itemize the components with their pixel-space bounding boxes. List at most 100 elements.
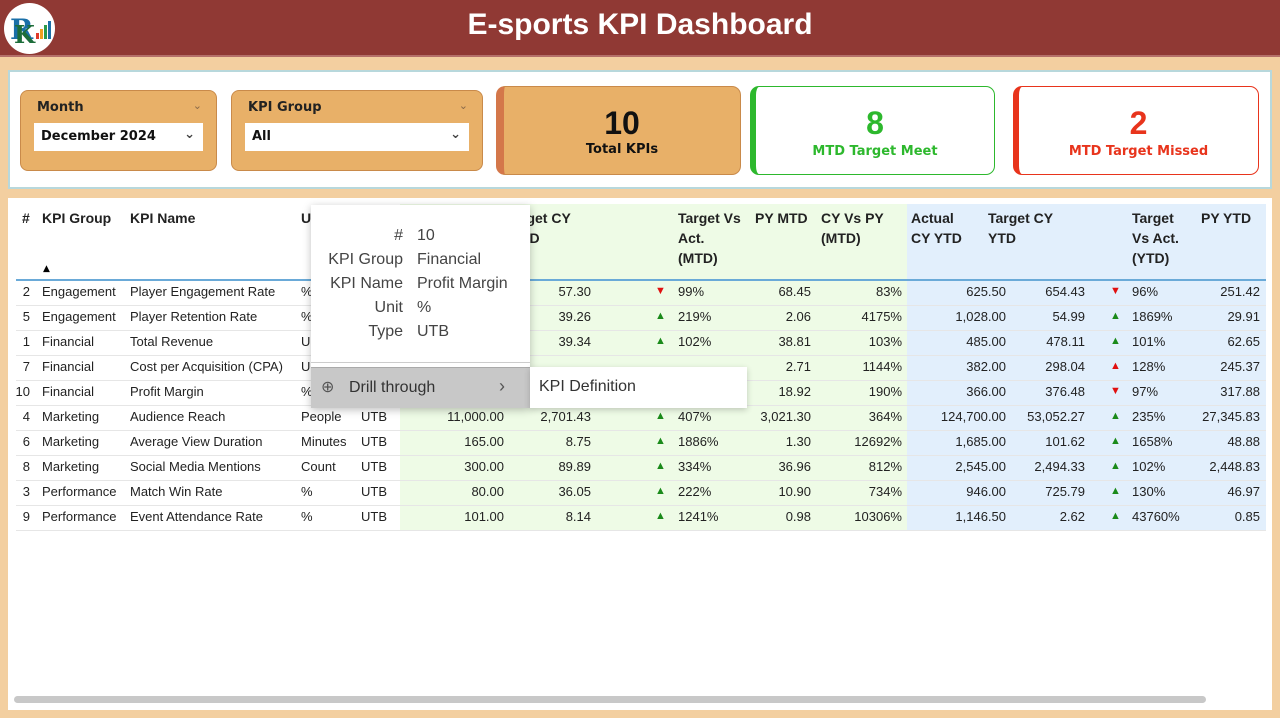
column-header[interactable]: Target Vs Act. (MTD) xyxy=(678,208,741,268)
target-meet-value: 8 xyxy=(866,105,884,141)
column-header[interactable]: CY Vs PY (MTD) xyxy=(821,208,884,248)
down-arrow-icon: ▼ xyxy=(1110,285,1121,297)
cell-py-mtd: 2.06 xyxy=(785,309,811,324)
cell-py-ytd: 2,448.83 xyxy=(1209,459,1260,474)
cell-group: Engagement xyxy=(42,284,116,299)
cell-name: Profit Margin xyxy=(130,384,204,399)
cell-tva-mtd: 407% xyxy=(678,409,712,424)
cell-tva-ytd: 130% xyxy=(1132,484,1166,499)
drill-through-label: Drill through xyxy=(349,379,436,396)
row-divider xyxy=(16,505,1266,506)
cell-cyvpy: 4175% xyxy=(861,309,902,324)
cell-target-mtd: 89.89 xyxy=(558,459,591,474)
cell-target-ytd: 101.62 xyxy=(1045,434,1085,449)
filter-panel: Month ⌄ December 2024 ⌄ KPI Group ⌄ All ⌄ … xyxy=(8,70,1272,189)
cell-actual-ytd: 485.00 xyxy=(966,334,1006,349)
up-arrow-icon: ▲ xyxy=(1110,485,1121,497)
cell-name: Match Win Rate xyxy=(130,484,223,499)
cell-type: UTB xyxy=(361,459,387,474)
cell-tva-mtd: 222% xyxy=(678,484,712,499)
row-divider xyxy=(16,305,1266,306)
column-header[interactable]: Target CY YTD xyxy=(988,208,1053,248)
kpi-group-label: KPI Group xyxy=(248,100,322,115)
cell-tva-ytd: 1869% xyxy=(1132,309,1173,324)
cell-tva-ytd: 102% xyxy=(1132,459,1166,474)
cell-target-ytd: 654.43 xyxy=(1045,284,1085,299)
column-header[interactable]: PY YTD xyxy=(1201,208,1251,228)
cell-name: Event Attendance Rate xyxy=(130,509,263,524)
cell-actual-ytd: 2,545.00 xyxy=(955,459,1006,474)
chevron-down-icon[interactable]: ⌄ xyxy=(459,99,468,112)
cell-py-ytd: 0.85 xyxy=(1234,509,1260,524)
cell-tva-mtd: 102% xyxy=(678,334,712,349)
cell-type: UTB xyxy=(361,409,387,424)
cell-py-mtd: 36.96 xyxy=(778,459,811,474)
sort-ascending-icon[interactable]: ▲ xyxy=(43,264,50,274)
cell-unit: Count xyxy=(301,459,336,474)
cell-name: Average View Duration xyxy=(130,434,263,449)
column-header[interactable]: KPI Group xyxy=(42,208,111,228)
cell-py-mtd: 1.30 xyxy=(785,434,811,449)
cell-n: 4 xyxy=(22,409,30,424)
cell-group: Financial xyxy=(42,334,95,349)
cell-n: 8 xyxy=(22,459,30,474)
month-label: Month xyxy=(37,100,84,115)
tooltip-value: Profit Margin xyxy=(417,275,508,292)
cell-py-mtd: 0.98 xyxy=(785,509,811,524)
up-arrow-icon: ▲ xyxy=(655,435,666,447)
cell-py-mtd: 2.71 xyxy=(785,359,811,374)
column-header[interactable]: U xyxy=(301,208,311,228)
up-arrow-icon: ▲ xyxy=(655,460,666,472)
up-arrow-icon: ▲ xyxy=(1110,335,1121,347)
cell-n: 9 xyxy=(22,509,30,524)
cell-actual-ytd: 625.50 xyxy=(966,284,1006,299)
column-header[interactable]: # xyxy=(22,208,30,228)
cell-n: 1 xyxy=(22,334,30,349)
cell-cyvpy: 812% xyxy=(868,459,902,474)
column-header[interactable]: PY MTD xyxy=(755,208,808,228)
row-divider xyxy=(16,330,1266,331)
month-dropdown[interactable]: December 2024 ⌄ xyxy=(34,123,203,151)
up-arrow-icon: ▲ xyxy=(1110,435,1121,447)
cell-actual-ytd: 1,028.00 xyxy=(955,309,1006,324)
up-arrow-icon: ▲ xyxy=(1110,460,1121,472)
target-missed-value: 2 xyxy=(1129,105,1148,141)
cell-n: 3 xyxy=(22,484,30,499)
cell-name: Player Retention Rate xyxy=(130,309,258,324)
up-arrow-icon: ▲ xyxy=(1110,510,1121,522)
cell-name: Cost per Acquisition (CPA) xyxy=(130,359,283,374)
column-header[interactable]: Target Vs Act. (YTD) xyxy=(1132,208,1179,268)
cell-cyvpy: 83% xyxy=(875,284,902,299)
cell-actual-mtd: 300.00 xyxy=(464,459,504,474)
chevron-down-icon: ⌄ xyxy=(184,127,195,142)
cell-unit: U xyxy=(301,334,311,349)
cell-actual-ytd: 1,685.00 xyxy=(955,434,1006,449)
ytd-section-background xyxy=(907,204,1266,530)
column-header[interactable]: Actual CY YTD xyxy=(911,208,962,248)
column-header[interactable]: KPI Name xyxy=(130,208,195,228)
total-kpis-value: 10 xyxy=(604,105,640,141)
up-arrow-icon: ▲ xyxy=(1110,310,1121,322)
horizontal-scrollbar[interactable] xyxy=(14,696,1206,703)
up-arrow-icon: ▲ xyxy=(1110,410,1121,422)
kpi-definition-menu-item[interactable]: KPI Definition xyxy=(530,367,747,408)
tooltip-key: # xyxy=(394,227,403,244)
cell-py-mtd: 10.90 xyxy=(778,484,811,499)
kpi-group-dropdown[interactable]: All ⌄ xyxy=(245,123,469,151)
up-arrow-icon: ▲ xyxy=(655,410,666,422)
drill-through-menu-item[interactable]: ⊕ Drill through › xyxy=(311,367,530,408)
tooltip-key: Type xyxy=(368,323,403,340)
cell-cyvpy: 10306% xyxy=(854,509,902,524)
cell-group: Performance xyxy=(42,509,117,524)
cell-actual-ytd: 124,700.00 xyxy=(940,409,1006,424)
cell-actual-mtd: 11,000.00 xyxy=(447,409,504,424)
cell-group: Financial xyxy=(42,359,95,374)
cell-group: Performance xyxy=(42,484,117,499)
cell-py-ytd: 29.91 xyxy=(1227,309,1260,324)
cell-py-mtd: 68.45 xyxy=(778,284,811,299)
cell-type: UTB xyxy=(361,509,387,524)
page-title: E-sports KPI Dashboard xyxy=(467,8,813,41)
chevron-right-icon: › xyxy=(499,376,505,396)
row-divider xyxy=(16,355,1266,356)
chevron-down-icon[interactable]: ⌄ xyxy=(193,99,202,112)
